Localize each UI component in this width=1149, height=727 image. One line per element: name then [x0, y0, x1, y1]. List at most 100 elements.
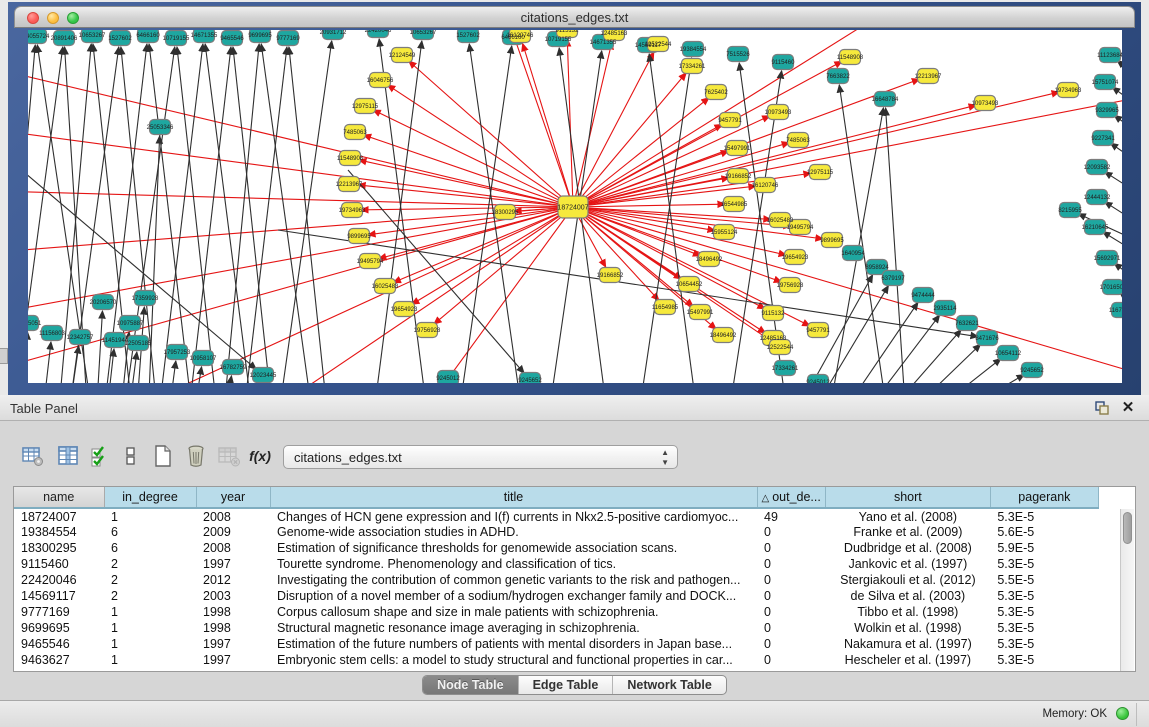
scrollbar-thumb[interactable]	[1123, 512, 1132, 544]
table-cell[interactable]: Estimation of significance thresholds fo…	[270, 540, 757, 556]
table-row[interactable]: 977716911998Corpus callosum shape and si…	[14, 604, 1112, 620]
column-header-short[interactable]: short	[825, 487, 990, 508]
table-cell[interactable]: 1	[104, 508, 196, 524]
function-builder-icon[interactable]: f(x)	[247, 443, 273, 469]
column-header-pagerank[interactable]: pagerank	[990, 487, 1098, 508]
table-cell[interactable]: Hescheler et al. (1997)	[825, 652, 990, 668]
table-cell[interactable]: 5.3E-5	[990, 556, 1098, 572]
graph-edge[interactable]	[573, 52, 654, 207]
table-cell[interactable]: 2012	[196, 572, 270, 588]
table-cell[interactable]: Jankovic et al. (1997)	[825, 556, 990, 572]
graph-edge[interactable]	[886, 108, 906, 383]
table-row[interactable]: 1872400712008Changes of HCN gene express…	[14, 508, 1112, 524]
graph-edge[interactable]	[567, 39, 573, 207]
tab-network-table[interactable]: Network Table	[613, 676, 726, 695]
table-cell[interactable]: 1998	[196, 620, 270, 636]
table-cell[interactable]: 9465546	[14, 636, 104, 652]
select-mode-icon[interactable]	[88, 443, 114, 469]
table-cell[interactable]: 9777169	[14, 604, 104, 620]
table-cell[interactable]: 5.3E-5	[990, 604, 1098, 620]
graph-edge[interactable]	[28, 45, 35, 383]
table-cell[interactable]: 1997	[196, 636, 270, 652]
table-row[interactable]: 2242004622012Investigating the contribut…	[14, 572, 1112, 588]
table-cell[interactable]: 0	[757, 540, 825, 556]
graph-edge[interactable]	[434, 207, 573, 324]
float-panel-icon[interactable]	[1093, 399, 1111, 417]
table-cell[interactable]: 0	[757, 604, 825, 620]
table-cell[interactable]: 2	[104, 556, 196, 572]
table-cell[interactable]: 6	[104, 540, 196, 556]
graph-edge[interactable]	[573, 105, 976, 207]
table-cell[interactable]: 9115460	[14, 556, 104, 572]
table-cell[interactable]: Genome-wide association studies in ADHD.	[270, 524, 757, 540]
graph-edge[interactable]	[96, 311, 102, 383]
graph-edge[interactable]	[348, 170, 524, 373]
table-cell[interactable]: 5.3E-5	[990, 588, 1098, 604]
table-cell[interactable]: 5.5E-5	[990, 572, 1098, 588]
graph-edge[interactable]	[1105, 202, 1122, 242]
table-cell[interactable]: Changes of HCN gene expression and I(f) …	[270, 508, 757, 524]
rows-icon[interactable]	[118, 443, 144, 469]
table-cell[interactable]: 5.3E-5	[990, 620, 1098, 636]
graph-edge[interactable]	[359, 160, 573, 207]
table-cell[interactable]: 1997	[196, 556, 270, 572]
show-columns-icon[interactable]	[55, 443, 81, 469]
table-cell[interactable]: Embryonic stem cells: a model to study s…	[270, 652, 757, 668]
graph-edge[interactable]	[649, 54, 698, 383]
table-row[interactable]: 969969511998Structural magnetic resonanc…	[14, 620, 1112, 636]
table-cell[interactable]: 1	[104, 604, 196, 620]
column-header-year[interactable]: year	[196, 487, 270, 508]
graph-edge[interactable]	[188, 47, 231, 383]
graph-edge[interactable]	[947, 375, 1024, 383]
table-cell[interactable]: 19384554	[14, 524, 104, 540]
table-cell[interactable]: Wolkin et al. (1998)	[825, 620, 990, 636]
column-header-name[interactable]: name	[14, 487, 104, 508]
graph-edge[interactable]	[573, 143, 789, 207]
table-cell[interactable]: 0	[757, 652, 825, 668]
table-cell[interactable]: 2009	[196, 524, 270, 540]
graph-edge[interactable]	[523, 44, 573, 207]
table-cell[interactable]: 18724007	[14, 508, 104, 524]
graph-edge[interactable]	[265, 207, 573, 383]
tab-edge-table[interactable]: Edge Table	[519, 676, 614, 695]
table-cell[interactable]: Structural magnetic resonance image aver…	[270, 620, 757, 636]
table-cell[interactable]: 0	[757, 524, 825, 540]
network-view-canvas[interactable]: 1872400714055724208914061065326715276026…	[28, 30, 1122, 383]
table-cell[interactable]: 2008	[196, 540, 270, 556]
table-cell[interactable]: Corpus callosum shape and size in male p…	[270, 604, 757, 620]
table-row[interactable]: 946554611997Estimation of the future num…	[14, 636, 1112, 652]
table-cell[interactable]: Franke et al. (2009)	[825, 524, 990, 540]
graph-edge[interactable]	[278, 41, 332, 383]
graph-edge[interactable]	[158, 44, 203, 383]
table-row[interactable]: 1938455462009Genome-wide association stu…	[14, 524, 1112, 540]
table-cell[interactable]: Nakamura et al. (1997)	[825, 636, 990, 652]
table-cell[interactable]: 1997	[196, 652, 270, 668]
table-cell[interactable]: Disruption of a novel member of a sodium…	[270, 588, 757, 604]
table-cell[interactable]: 22420046	[14, 572, 104, 588]
table-cell[interactable]: 1	[104, 636, 196, 652]
graph-edge[interactable]	[168, 361, 176, 383]
graph-edge[interactable]	[423, 207, 573, 383]
table-cell[interactable]: 49	[757, 508, 825, 524]
network-window-titlebar[interactable]: citations_edges.txt	[14, 6, 1135, 28]
graph-edge[interactable]	[243, 47, 287, 383]
tab-node-table[interactable]: Node Table	[423, 676, 518, 695]
table-cell[interactable]: 1	[104, 652, 196, 668]
table-cell[interactable]: Yano et al. (2008)	[825, 508, 990, 524]
table-row[interactable]: 911546021997Tourette syndrome. Phenomeno…	[14, 556, 1112, 572]
table-row[interactable]: 1830029562008Estimation of significance …	[14, 540, 1112, 556]
graph-edge[interactable]	[149, 44, 193, 383]
graph-edge[interactable]	[409, 61, 573, 207]
table-cell[interactable]: 1998	[196, 604, 270, 620]
table-cell[interactable]: Dudbridge et al. (2008)	[825, 540, 990, 556]
table-cell[interactable]: 5.9E-5	[990, 540, 1098, 556]
table-cell[interactable]: 9463627	[14, 652, 104, 668]
table-selector-dropdown[interactable]: citations_edges.txt ▲▼	[283, 445, 678, 469]
table-cell[interactable]: Estimation of the future numbers of pati…	[270, 636, 757, 652]
graph-edge[interactable]	[106, 349, 114, 383]
graph-edge[interactable]	[638, 58, 692, 383]
close-panel-icon[interactable]: ✕	[1119, 399, 1137, 417]
graph-edge[interactable]	[42, 342, 51, 383]
graph-edge[interactable]	[573, 42, 612, 207]
table-row[interactable]: 1456911722003Disruption of a novel membe…	[14, 588, 1112, 604]
